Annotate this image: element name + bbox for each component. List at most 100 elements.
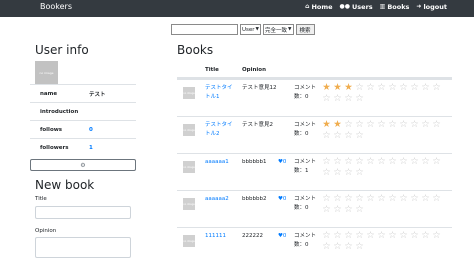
user-label: introduction	[40, 108, 79, 115]
star-icon: ☆	[421, 193, 430, 204]
title-input[interactable]	[35, 206, 131, 219]
nav-users-link[interactable]: ●● Users	[340, 3, 373, 11]
star-icon: ☆	[322, 230, 331, 241]
search-input[interactable]	[171, 24, 238, 35]
star-icon: ☆	[366, 193, 375, 204]
star-icon: ☆	[410, 230, 419, 241]
books-table-header: Title Opinion	[177, 61, 452, 79]
nav-home-link[interactable]: ⌂ Home	[305, 3, 332, 11]
book-title-link[interactable]: aaaaaa1	[205, 158, 237, 167]
star-icon: ☆	[355, 156, 364, 167]
search-method-select[interactable]: 完全一致 ▼	[263, 24, 294, 35]
nav-books-label: Books	[387, 3, 410, 11]
book-title-link[interactable]: テストタイトル2	[205, 121, 237, 139]
star-icon: ☆	[333, 93, 342, 104]
nav-links: ⌂ Home ●● Users ▥ Books ➜ logout	[305, 3, 447, 11]
logout-icon: ➜	[416, 3, 422, 10]
book-image[interactable]: no image	[183, 124, 195, 136]
search-button[interactable]: 検索	[295, 24, 315, 35]
edit-profile-button[interactable]: ⚙	[30, 159, 136, 171]
star-icon: ☆	[432, 156, 441, 167]
star-icon: ☆	[355, 230, 364, 241]
star-icon: ☆	[366, 230, 375, 241]
star-icon: ☆	[322, 93, 331, 104]
nav-users-label: Users	[352, 3, 373, 11]
column-header-opinion: Opinion	[242, 67, 266, 73]
star-icon: ☆	[432, 119, 441, 130]
star-icon: ☆	[421, 119, 430, 130]
star-icon: ☆	[322, 130, 331, 141]
books-heading: Books	[177, 43, 214, 57]
star-icon: ☆	[333, 130, 342, 141]
book-image[interactable]: no image	[183, 161, 195, 173]
chevron-down-icon: ▼	[288, 27, 292, 32]
title-label: Title	[35, 196, 47, 202]
star-icon: ☆	[344, 130, 353, 141]
book-row: no image 111111 222222 ♥0 コメント数：0 ☆ ☆ ☆ ☆ ☆ ☆ ☆ ☆ ☆ ☆ ☆…	[177, 227, 452, 258]
user-row-follows: follows 0	[30, 120, 136, 138]
star-icon: ☆	[421, 156, 430, 167]
book-image[interactable]: no image	[183, 87, 195, 99]
star-rating: ☆ ☆ ☆ ☆ ☆ ☆ ☆ ☆ ☆ ☆ ☆ ☆ ☆ ☆ ☆	[321, 156, 443, 178]
comment-count: コメント数：0	[294, 196, 317, 211]
book-opinion: テスト意見2	[242, 122, 273, 128]
star-icon: ☆	[344, 156, 353, 167]
brand-logo[interactable]: Bookers	[40, 2, 72, 11]
star-icon: ☆	[355, 241, 364, 252]
book-opinion: bbbbbb2	[242, 196, 267, 202]
book-title-link[interactable]: aaaaaa2	[205, 195, 237, 204]
book-image[interactable]: no image	[183, 198, 195, 210]
favorite-button[interactable]: ♥0	[278, 158, 286, 167]
star-rating: ☆ ☆ ☆ ☆ ☆ ☆ ☆ ☆ ☆ ☆ ☆ ☆ ☆ ☆ ☆	[321, 193, 443, 215]
nav-books-link[interactable]: ▥ Books	[380, 3, 410, 11]
star-icon: ☆	[322, 167, 331, 178]
star-icon: ☆	[432, 230, 441, 241]
star-icon: ☆	[322, 156, 331, 167]
book-row: no image テストタイトル1 テスト意見12 コメント数：0 ★ ★ ★ ☆ ☆ ☆ ☆ ☆ ☆ ☆…	[177, 79, 452, 116]
book-title-link[interactable]: 111111	[205, 232, 237, 241]
user-label: follows	[40, 126, 63, 133]
star-icon: ☆	[322, 204, 331, 215]
star-icon: ☆	[399, 156, 408, 167]
star-icon: ☆	[355, 82, 364, 93]
user-row-introduction: introduction	[30, 102, 136, 120]
follows-link[interactable]: 0	[89, 127, 93, 133]
star-icon: ☆	[421, 230, 430, 241]
book-title-link[interactable]: テストタイトル1	[205, 84, 237, 102]
star-icon: ☆	[355, 167, 364, 178]
followers-link[interactable]: 1	[89, 145, 93, 151]
star-icon: ☆	[344, 93, 353, 104]
star-icon: ☆	[333, 204, 342, 215]
search-target-select[interactable]: User ▼	[240, 24, 262, 35]
opinion-textarea[interactable]	[35, 237, 131, 258]
star-icon: ☆	[344, 204, 353, 215]
star-icon: ★	[322, 119, 331, 130]
book-opinion: 222222	[242, 233, 263, 239]
star-rating: ★ ★ ☆ ☆ ☆ ☆ ☆ ☆ ☆ ☆ ☆ ☆ ☆ ☆ ☆	[321, 119, 443, 141]
comment-count: コメント数：1	[294, 159, 317, 174]
star-icon: ☆	[388, 82, 397, 93]
search-form: User ▼ 完全一致 ▼ 検索	[171, 24, 315, 35]
book-row: no image aaaaaa2 bbbbbb2 ♥0 コメント数：0 ☆ ☆ ☆ ☆ ☆ ☆ ☆ ☆ ☆…	[177, 190, 452, 227]
star-icon: ★	[344, 82, 353, 93]
book-row: no image aaaaaa1 bbbbbb1 ♥0 コメント数：1 ☆ ☆ ☆ ☆ ☆ ☆ ☆ ☆ ☆…	[177, 153, 452, 190]
star-icon: ☆	[333, 167, 342, 178]
favorite-button[interactable]: ♥0	[278, 195, 286, 204]
comment-count: コメント数：0	[294, 233, 317, 248]
star-rating: ☆ ☆ ☆ ☆ ☆ ☆ ☆ ☆ ☆ ☆ ☆ ☆ ☆ ☆ ☆	[321, 230, 443, 252]
nav-logout-link[interactable]: ➜ logout	[416, 3, 447, 11]
book-image[interactable]: no image	[183, 235, 195, 247]
star-icon: ☆	[344, 241, 353, 252]
star-icon: ☆	[377, 119, 386, 130]
user-name-value: テスト	[89, 91, 106, 98]
opinion-label: Opinion	[35, 228, 57, 234]
book-image-placeholder-text: no image	[183, 202, 195, 206]
new-book-heading: New book	[35, 178, 95, 192]
star-icon: ☆	[366, 119, 375, 130]
star-icon: ☆	[344, 193, 353, 204]
star-icon: ☆	[366, 156, 375, 167]
star-icon: ★	[333, 119, 342, 130]
star-icon: ★	[333, 82, 342, 93]
favorite-button[interactable]: ♥0	[278, 232, 286, 241]
user-info-heading: User info	[35, 43, 89, 57]
